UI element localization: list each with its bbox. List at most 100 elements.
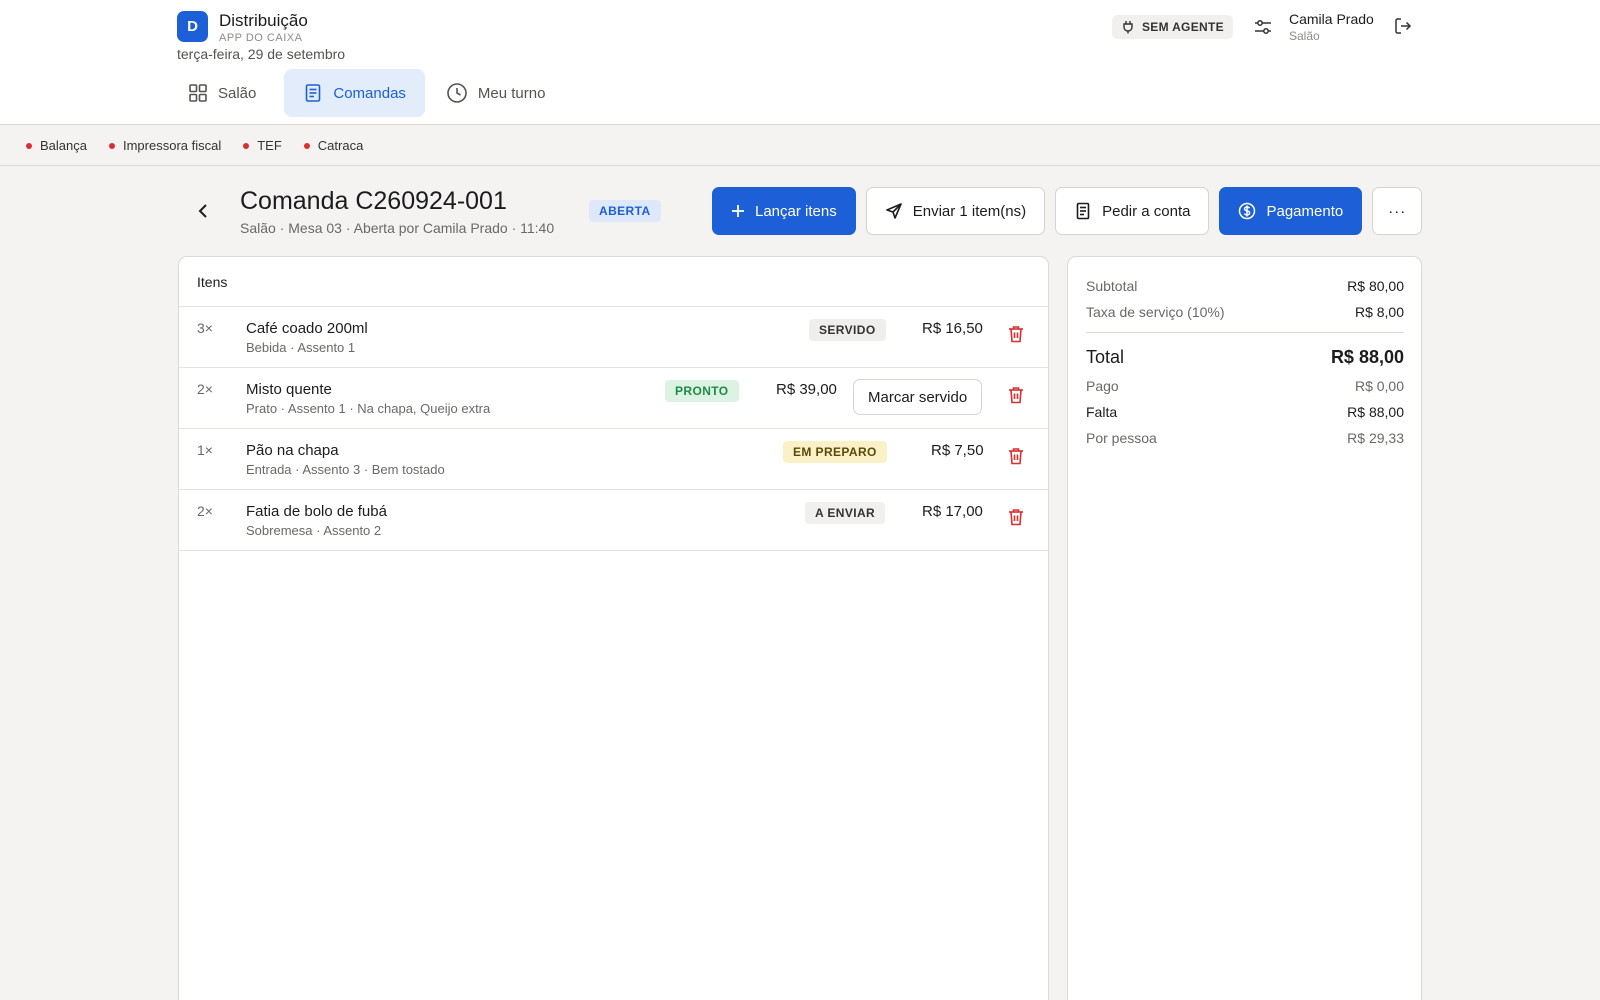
summary-value: R$ 88,00 [1330,347,1404,367]
button-label: Pedir a conta [1102,202,1191,220]
device-impressora-fiscal: Impressora fiscal [108,138,222,153]
button-label: Enviar 1 item(ns) [912,202,1027,220]
add-items-button[interactable]: Lançar itens [712,187,856,235]
summary-label: Taxa de serviço (10%) [1086,304,1225,320]
table-row: 1× Pão na chapa Entrada · Assento 3 · Be… [179,429,1048,490]
item-desc: Bebida · Assento 1 [246,340,356,355]
item-desc: Entrada · Assento 3 · Bem tostado [246,462,445,477]
summary-value: R$ 88,00 [1347,404,1404,420]
dollar-circle-icon [1239,202,1256,220]
user-name: Camila Prado [1289,11,1374,27]
back-chevron-icon[interactable] [194,202,212,220]
item-status-badge: SERVIDO [809,319,886,341]
device-label: TEF [257,138,282,153]
device-balanca: Balança [26,138,87,153]
item-price: R$ 39,00 [776,381,837,398]
table-row: 2× Fatia de bolo de fubá Sobremesa · Ass… [179,490,1048,551]
device-tef: TEF [243,138,282,153]
button-label: Lançar itens [755,202,837,220]
status-dot [108,142,115,149]
item-name: Café coado 200ml [246,320,368,337]
summary-per-person: Por pessoa R$ 29,33 [1086,430,1404,446]
device-label: Impressora fiscal [122,138,222,153]
app-header: D Distribuição APP DO CAIXA terça-feira,… [0,0,1600,125]
device-catraca: Catraca [303,138,364,153]
tab-meu-turno[interactable]: Meu turno [435,69,564,117]
trash-icon[interactable] [1008,386,1024,404]
tab-comandas[interactable]: Comandas [284,69,425,117]
agent-status-label: SEM AGENTE [1142,20,1224,34]
summary-value: R$ 0,00 [1354,378,1404,394]
summary-value: R$ 29,33 [1347,430,1404,446]
item-price: R$ 17,00 [922,503,983,520]
tab-label: Comandas [333,84,406,102]
brand: D Distribuição APP DO CAIXA [177,11,308,44]
summary-total: Total R$ 88,00 [1086,347,1404,368]
summary-service-fee: Taxa de serviço (10%) R$ 8,00 [1086,304,1404,320]
summary-subtotal: Subtotal R$ 80,00 [1086,278,1404,294]
item-desc: Prato · Assento 1 · Na chapa, Queijo ext… [246,401,491,416]
device-label: Catraca [317,138,364,153]
summary-divider [1086,332,1404,333]
summary-value: R$ 80,00 [1347,278,1404,294]
summary-label: Por pessoa [1086,430,1157,446]
summary-label: Total [1086,347,1125,367]
status-dot [243,142,250,149]
plus-icon [732,205,744,217]
item-status-badge: EM PREPARO [783,441,887,463]
tab-label: Meu turno [477,84,546,102]
summary-value: R$ 8,00 [1354,304,1404,320]
order-status-badge: ABERTA [589,200,661,222]
item-qty: 1× [197,442,213,458]
page-title: Comanda C260924-001 [240,187,507,215]
summary-remaining: Falta R$ 88,00 [1086,404,1404,420]
item-status-badge: A ENVIAR [805,502,886,524]
table-row: 3× Café coado 200ml Bebida · Assento 1 S… [179,307,1048,368]
summary-label: Falta [1086,404,1118,420]
trash-icon[interactable] [1008,447,1024,465]
summary-label: Subtotal [1086,278,1138,294]
send-items-button[interactable]: Enviar 1 item(ns) [865,187,1046,235]
item-qty: 3× [197,320,213,336]
status-dot [26,142,32,149]
trash-icon[interactable] [1008,508,1024,526]
items-header: Itens [179,257,1048,307]
item-price: R$ 16,50 [922,320,983,337]
summary-paid: Pago R$ 0,00 [1086,378,1404,394]
trash-icon[interactable] [1008,325,1024,343]
item-name: Pão na chapa [246,442,339,459]
item-name: Misto quente [246,381,332,398]
user-info: Camila Prado Salão [1289,11,1374,43]
mark-served-button[interactable]: Marcar servido [853,379,983,415]
items-card: Itens 3× Café coado 200ml Bebida · Assen… [178,256,1049,1000]
item-price: R$ 7,50 [931,442,984,459]
request-bill-button[interactable]: Pedir a conta [1055,187,1210,235]
tab-salao[interactable]: Salão [177,69,274,117]
agent-status-badge[interactable]: SEM AGENTE [1112,15,1233,39]
tab-label: Salão [218,84,257,102]
table-row: 2× Misto quente Prato · Assento 1 · Na c… [179,368,1048,429]
brand-name: Distribuição [219,11,308,30]
logout-icon[interactable] [1394,17,1412,35]
item-desc: Sobremesa · Assento 2 [246,523,382,538]
order-subtitle: Salão · Mesa 03 · Aberta por Camila Prad… [240,220,555,236]
plug-icon [1123,21,1133,34]
send-icon [885,203,902,219]
button-label: Pagamento [1266,202,1344,220]
summary-label: Pago [1086,378,1119,394]
more-options-button[interactable]: ··· [1372,187,1423,235]
item-status-badge: PRONTO [665,380,739,402]
order-actions: Lançar itens Enviar 1 item(ns) Pedir a c… [712,187,1423,235]
summary-card: Subtotal R$ 80,00 Taxa de serviço (10%) … [1067,256,1422,1000]
sliders-icon[interactable] [1254,18,1272,36]
payment-button[interactable]: Pagamento [1219,187,1363,235]
receipt-icon [306,84,321,102]
item-qty: 2× [197,503,213,519]
status-dot [303,142,310,149]
device-status-bar: Balança Impressora fiscal TEF Catraca [0,126,1600,166]
brand-logo: D [177,11,208,42]
device-label: Balança [40,138,87,153]
user-role: Salão [1289,29,1320,43]
item-name: Fatia de bolo de fubá [246,503,387,520]
grid-icon [189,84,207,102]
